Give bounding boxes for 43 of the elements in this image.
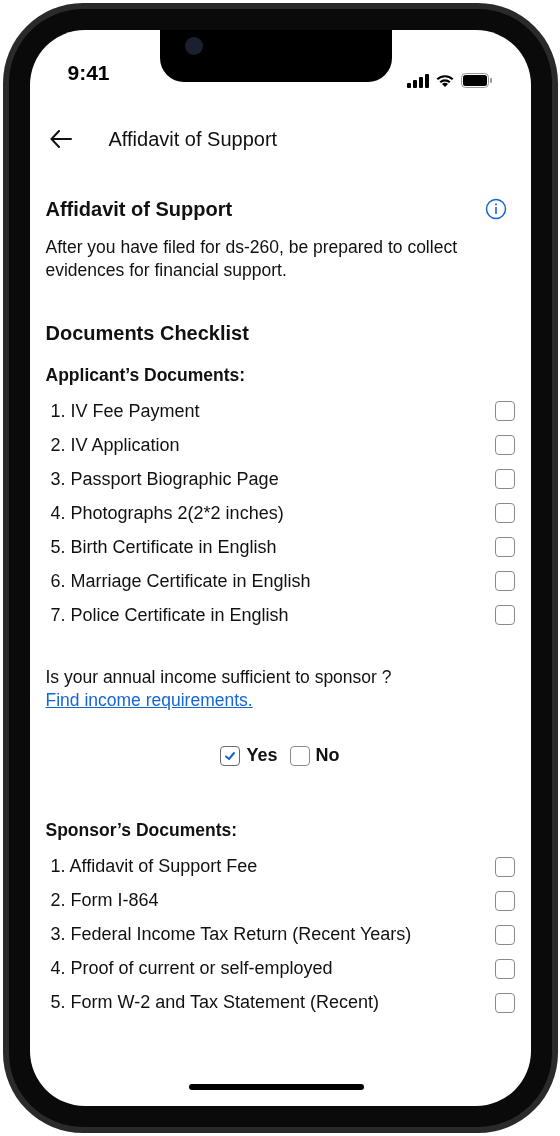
check-icon	[224, 749, 237, 762]
document-item: 1. IV Fee Payment	[50, 399, 200, 423]
checkbox[interactable]	[494, 890, 515, 911]
wifi-icon	[434, 73, 455, 88]
checkbox[interactable]	[494, 503, 515, 524]
intro-text: After you have filed for ds-260, be prepared to collect evidences for financial support.	[45, 236, 458, 282]
document-item: 3. Federal Income Tax Return (Recent Years)	[50, 923, 412, 946]
checkbox[interactable]	[494, 571, 515, 592]
signal-icon	[406, 73, 429, 88]
checkbox[interactable]	[494, 401, 515, 422]
section-title: Affidavit of Support	[45, 197, 233, 222]
document-item: 7. Police Certificate in English	[50, 603, 289, 627]
document-item: 4. Photographs 2(2*2 inches)	[50, 501, 284, 525]
document-item: 4. Proof of current or self-employed	[50, 957, 333, 980]
document-item: 2. IV Application	[50, 433, 180, 457]
checkbox[interactable]	[494, 856, 515, 877]
income-link[interactable]: Find income requirements.	[45, 690, 253, 711]
document-item: 2. Form I-864	[50, 889, 159, 912]
checkbox[interactable]	[494, 958, 515, 979]
income-question: Is your annual income sufficient to sponsor ? Find income requirements.	[45, 666, 393, 713]
checkbox[interactable]	[494, 992, 515, 1013]
document-item: 6. Marriage Certificate in English	[50, 569, 311, 593]
checkbox[interactable]	[494, 537, 515, 558]
group-title: Applicant’s Documents:	[45, 364, 247, 387]
group-title: Sponsor’s Documents:	[45, 819, 239, 843]
status-time: 9:41	[67, 59, 110, 86]
document-item: 5. Form W-2 and Tax Statement (Recent)	[50, 991, 379, 1014]
info-icon[interactable]	[484, 198, 507, 220]
checkbox[interactable]	[494, 435, 515, 456]
page-title: Affidavit of Support	[108, 127, 278, 152]
checkbox[interactable]	[289, 745, 310, 766]
checklist-title: Documents Checklist	[45, 321, 250, 346]
option-label: No	[315, 744, 340, 768]
option-label: Yes	[246, 744, 278, 768]
camera-icon	[184, 37, 203, 55]
checkbox[interactable]	[494, 469, 515, 490]
checkbox[interactable]	[494, 924, 515, 945]
document-item: 5. Birth Certificate in English	[50, 535, 277, 559]
checkbox[interactable]	[220, 745, 241, 766]
battery-icon	[460, 73, 493, 88]
document-item: 1. Affidavit of Support Fee	[50, 855, 258, 878]
checkbox[interactable]	[494, 605, 515, 626]
document-item: 3. Passport Biographic Page	[50, 467, 279, 491]
